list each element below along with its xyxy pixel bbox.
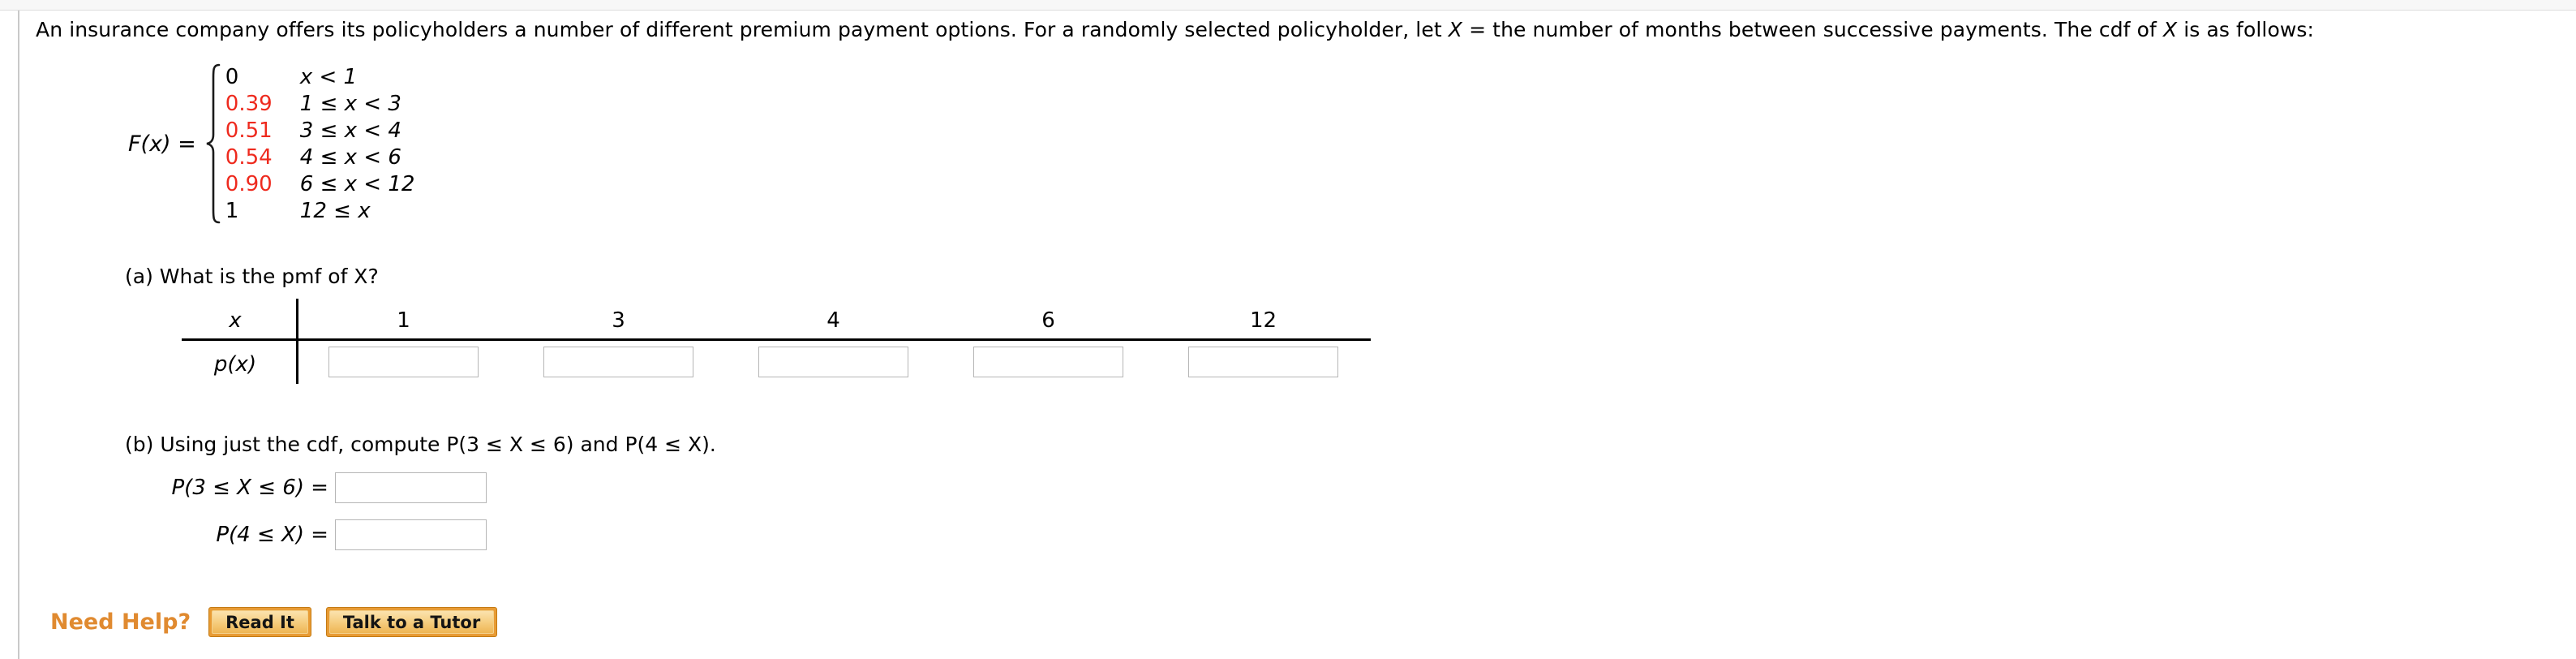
- need-help-label: Need Help?: [50, 609, 191, 635]
- pmf-x-header: 3: [612, 308, 625, 333]
- cdf-row-condition: 4 ≤ x < 6: [299, 144, 401, 170]
- cdf-function-label: F(x) =: [128, 131, 204, 157]
- problem-statement-part3: is as follows:: [2177, 18, 2315, 41]
- cdf-fn-name: F(x): [128, 131, 171, 157]
- read-it-button-label: Read It: [212, 610, 308, 634]
- cdf-row: 0.90 6 ≤ x < 12: [225, 170, 415, 197]
- cdf-row: 0.39 1 ≤ x < 3: [225, 90, 415, 117]
- cdf-equals: =: [170, 131, 196, 157]
- problem-statement-part1: An insurance company offers its policyho…: [36, 18, 1449, 41]
- cdf-row-condition: 12 ≤ x: [299, 198, 371, 223]
- pmf-row-label-x: x: [229, 308, 242, 333]
- probability-input-1[interactable]: [335, 472, 487, 503]
- pmf-x-header: 4: [826, 308, 840, 333]
- pmf-table-vertical-rule: [296, 299, 298, 384]
- part-a-question: (a) What is the pmf of X?: [125, 265, 379, 288]
- problem-statement-part2: = the number of months between successiv…: [1462, 18, 2163, 41]
- pmf-table-horizontal-rule: [182, 338, 1371, 341]
- probability-equals-2: =: [311, 523, 328, 547]
- cdf-row: 0.51 3 ≤ x < 4: [225, 117, 415, 144]
- part-b-question: (b) Using just the cdf, compute P(3 ≤ X …: [125, 433, 716, 456]
- probability-input-2[interactable]: [335, 519, 487, 550]
- cdf-row: 1 12 ≤ x: [225, 197, 415, 224]
- probability-row-2: P(4 ≤ X) =: [130, 519, 487, 550]
- cdf-row-value: 0.39: [225, 91, 273, 116]
- cdf-row: 0.54 4 ≤ x < 6: [225, 144, 415, 170]
- cdf-row-value: 0.51: [225, 118, 273, 143]
- exercise-page: An insurance company offers its policyho…: [0, 0, 2576, 659]
- cdf-row-value: 1: [225, 198, 239, 223]
- pmf-x-header: 12: [1249, 308, 1277, 333]
- pmf-x-header: 6: [1041, 308, 1055, 333]
- probability-equals-1: =: [311, 476, 328, 500]
- pmf-table: x p(x) 1 3 4 6 12: [130, 299, 1375, 384]
- talk-to-a-tutor-button[interactable]: Talk to a Tutor: [325, 607, 498, 637]
- probability-label-1: P(3 ≤ X ≤ 6): [171, 476, 305, 500]
- pmf-input-x3[interactable]: [543, 347, 693, 377]
- variable-x-2: X: [2162, 18, 2178, 41]
- pmf-input-x12[interactable]: [1188, 347, 1338, 377]
- curly-brace-icon: [204, 63, 222, 224]
- cdf-definition: F(x) = 0 x < 1 0.39 1 ≤ x < 3 0.51 3 ≤ x…: [128, 63, 414, 224]
- pmf-row-label-px: p(x): [213, 352, 257, 377]
- top-strip: [0, 0, 2576, 11]
- pmf-input-x4[interactable]: [758, 347, 908, 377]
- pmf-input-x6[interactable]: [973, 347, 1123, 377]
- cdf-row-value: 0: [225, 64, 239, 89]
- cdf-row-value: 0.54: [225, 144, 273, 170]
- cdf-row-condition: 1 ≤ x < 3: [299, 91, 401, 116]
- need-help-section: Need Help? Read It Talk to a Tutor: [50, 607, 512, 637]
- cdf-row-condition: x < 1: [299, 64, 358, 89]
- read-it-button[interactable]: Read It: [208, 607, 311, 637]
- talk-to-a-tutor-button-label: Talk to a Tutor: [328, 610, 495, 634]
- probability-row-1: P(3 ≤ X ≤ 6) =: [130, 472, 487, 503]
- problem-statement: An insurance company offers its policyho…: [36, 18, 2314, 42]
- left-pane-divider: [18, 11, 19, 659]
- cdf-row: 0 x < 1: [225, 63, 415, 90]
- cdf-row-condition: 3 ≤ x < 4: [299, 118, 401, 143]
- cdf-row-condition: 6 ≤ x < 12: [299, 171, 415, 196]
- cdf-row-value: 0.90: [225, 171, 273, 196]
- pmf-input-x1[interactable]: [328, 347, 479, 377]
- cdf-piecewise-rows: 0 x < 1 0.39 1 ≤ x < 3 0.51 3 ≤ x < 4 0.…: [222, 63, 415, 224]
- pmf-x-header: 1: [397, 308, 410, 333]
- probability-label-2: P(4 ≤ X): [216, 523, 304, 547]
- variable-x-1: X: [1448, 18, 1463, 41]
